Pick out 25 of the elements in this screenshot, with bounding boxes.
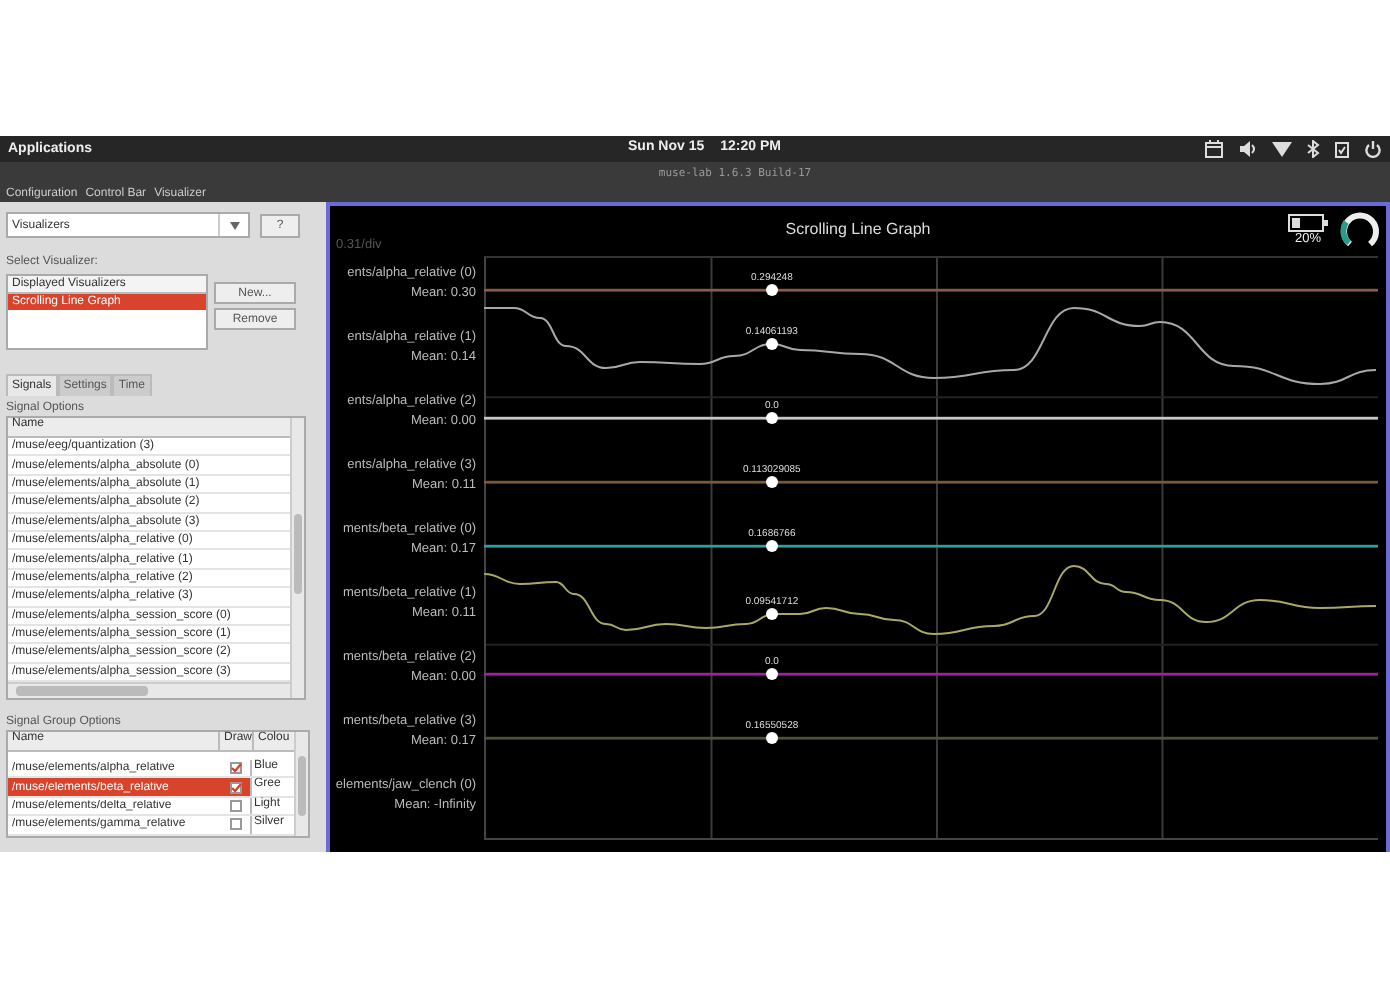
headband-icon xyxy=(1340,210,1380,250)
vertical-scrollbar[interactable] xyxy=(290,418,304,699)
marker-dot[interactable] xyxy=(765,412,778,424)
speaker-icon[interactable] xyxy=(1238,140,1258,158)
checkbox[interactable] xyxy=(229,818,241,831)
marker-dot[interactable] xyxy=(765,668,778,680)
marker-dot[interactable] xyxy=(765,338,778,350)
marker-dot[interactable] xyxy=(765,476,778,488)
marker-dot[interactable] xyxy=(765,540,778,552)
checkbox[interactable] xyxy=(229,762,241,775)
battery-icon xyxy=(1288,214,1328,232)
wifi-icon[interactable] xyxy=(1272,140,1292,158)
calendar-icon[interactable] xyxy=(1204,140,1224,158)
clipboard-icon[interactable] xyxy=(1334,140,1350,158)
checkbox[interactable] xyxy=(229,781,241,794)
power-icon[interactable] xyxy=(1364,140,1382,158)
caret-down-icon xyxy=(229,221,239,229)
bluetooth-icon[interactable] xyxy=(1306,140,1320,158)
checkbox[interactable] xyxy=(229,800,241,813)
horizontal-scrollbar[interactable] xyxy=(8,682,290,699)
marker-dot[interactable] xyxy=(765,284,778,296)
marker-dot[interactable] xyxy=(765,608,778,621)
marker-dot[interactable] xyxy=(765,732,778,744)
graph-title: Scrolling Line Graph xyxy=(785,220,931,238)
vertical-scrollbar[interactable] xyxy=(294,732,308,836)
